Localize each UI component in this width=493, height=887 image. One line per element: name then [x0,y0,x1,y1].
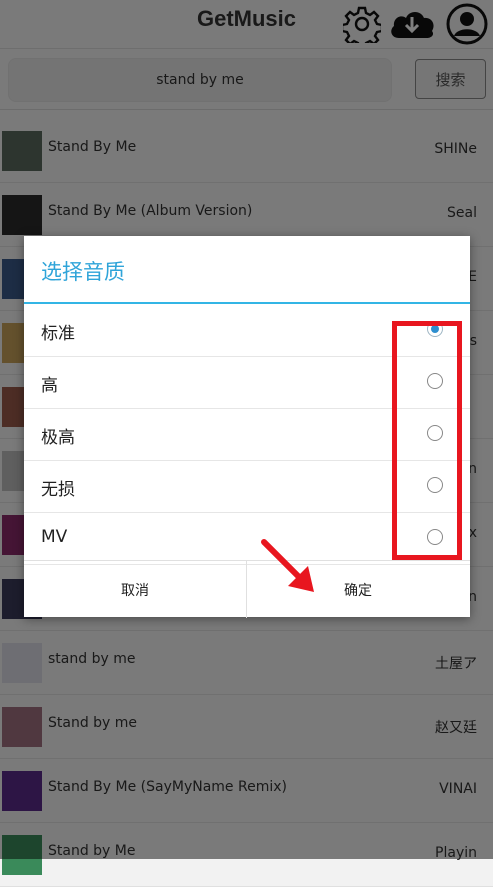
red-arrow-icon [261,539,314,592]
cancel-button[interactable]: 取消 [24,561,246,618]
option-label: 高 [41,376,58,396]
option-label: MV [41,527,68,547]
radio-highlight-box [392,321,462,560]
dialog-buttons: 取消 确定 [24,560,470,618]
dialog-divider [24,302,470,304]
dialog-title: 选择音质 [41,260,125,284]
option-label: 无损 [41,480,75,500]
option-label: 标准 [41,324,75,344]
option-label: 极高 [41,428,75,448]
